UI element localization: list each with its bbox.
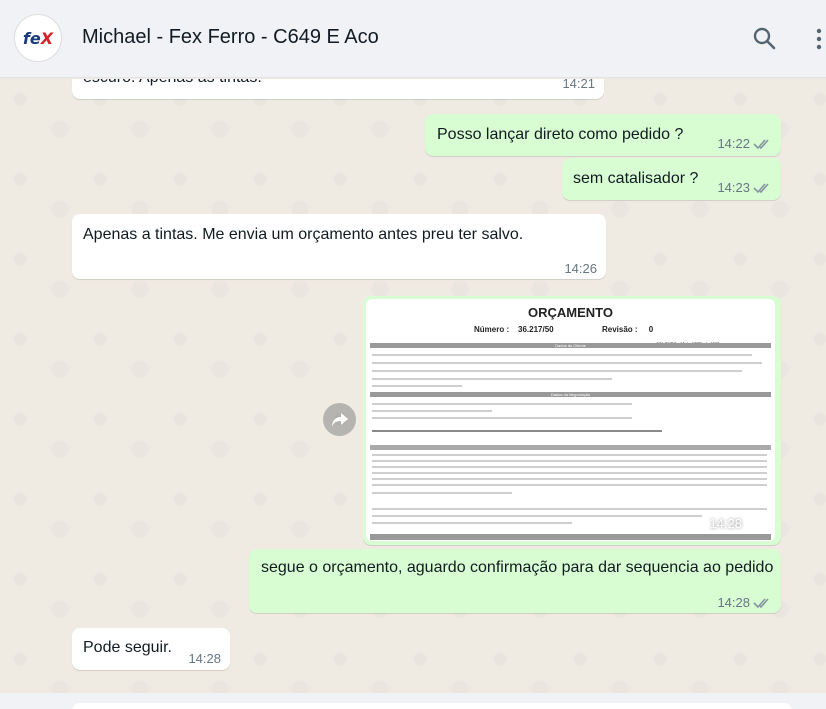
message-meta: 14:28 xyxy=(717,592,773,614)
message-time: 14:28 xyxy=(709,516,742,531)
document-line xyxy=(372,508,767,510)
read-ticks-icon xyxy=(753,183,769,194)
document-line xyxy=(372,385,462,387)
avatar-logo-text: fe xyxy=(22,28,41,48)
message-text: sem catalisador ? xyxy=(573,170,699,187)
message-text: Pode seguir. xyxy=(83,639,172,656)
document-line xyxy=(372,370,742,372)
message-outgoing: Posso lançar direto como pedido ? 14:22 xyxy=(425,114,781,156)
document-line xyxy=(372,478,767,480)
avatar-logo-accent: X xyxy=(40,28,54,48)
chat-title[interactable]: Michael - Fex Ferro - C649 E Aco xyxy=(82,26,379,49)
document-line xyxy=(372,466,767,468)
message-incoming: Pode seguir. 14:28 xyxy=(72,628,230,670)
document-title: ORÇAMENTO xyxy=(528,305,613,320)
message-time: 14:26 xyxy=(564,261,597,276)
document-line xyxy=(372,403,632,405)
message-outgoing: sem catalisador ? 14:23 xyxy=(562,158,781,200)
document-line xyxy=(372,472,767,474)
document-number: Número : 36.217/50 xyxy=(474,325,554,334)
read-ticks-icon xyxy=(753,598,769,609)
message-time: 14:23 xyxy=(717,180,750,195)
document-line xyxy=(372,362,762,364)
document-line xyxy=(372,460,767,462)
read-ticks-icon xyxy=(753,139,769,150)
quote-document-image[interactable]: ORÇAMENTO Número : 36.217/50 Revisão : 0… xyxy=(366,299,775,541)
message-meta: 14:23 xyxy=(717,177,773,199)
document-line xyxy=(372,430,662,432)
document-line xyxy=(372,492,512,494)
message-time: 14:28 xyxy=(717,595,750,610)
search-icon[interactable] xyxy=(752,26,778,52)
document-line xyxy=(372,515,702,517)
document-line xyxy=(372,484,767,486)
document-line xyxy=(372,378,612,380)
message-text: Apenas a tintas. Me envia um orçamento a… xyxy=(83,226,524,243)
menu-icon[interactable] xyxy=(812,26,826,52)
document-line xyxy=(372,410,492,412)
message-image[interactable]: ORÇAMENTO Número : 36.217/50 Revisão : 0… xyxy=(363,296,781,545)
document-line xyxy=(372,454,767,456)
message-input[interactable] xyxy=(72,703,792,709)
message-incoming: escuro. Apenas as tintas. 14:21 xyxy=(72,79,604,99)
forward-icon[interactable] xyxy=(323,403,356,436)
document-section-negotiation: Dados da Negociação xyxy=(370,392,771,397)
document-line xyxy=(372,354,752,356)
document-table-header xyxy=(370,445,771,450)
message-list[interactable]: escuro. Apenas as tintas. 14:21 Posso la… xyxy=(0,79,826,693)
message-meta: 14:28 xyxy=(709,513,765,535)
message-text: Posso lançar direto como pedido ? xyxy=(437,126,684,143)
message-text: segue o orçamento, aguardo confirmação p… xyxy=(261,559,774,576)
read-ticks-icon xyxy=(745,519,761,530)
document-revision: Revisão : 0 xyxy=(602,325,654,334)
document-line xyxy=(372,417,632,419)
message-time: 14:21 xyxy=(562,79,595,91)
message-text: escuro. Apenas as tintas. xyxy=(83,79,262,89)
message-incoming: Apenas a tintas. Me envia um orçamento a… xyxy=(72,214,606,279)
message-meta: 14:22 xyxy=(717,133,773,155)
message-time: 14:22 xyxy=(717,136,750,151)
message-time: 14:28 xyxy=(188,651,221,666)
document-line xyxy=(372,522,572,524)
message-outgoing: segue o orçamento, aguardo confirmação p… xyxy=(249,549,781,613)
avatar[interactable]: fe X xyxy=(14,14,62,62)
chat-header: fe X Michael - Fex Ferro - C649 E Aco xyxy=(0,0,826,78)
document-section-client: Dados do Cliente xyxy=(370,343,771,348)
